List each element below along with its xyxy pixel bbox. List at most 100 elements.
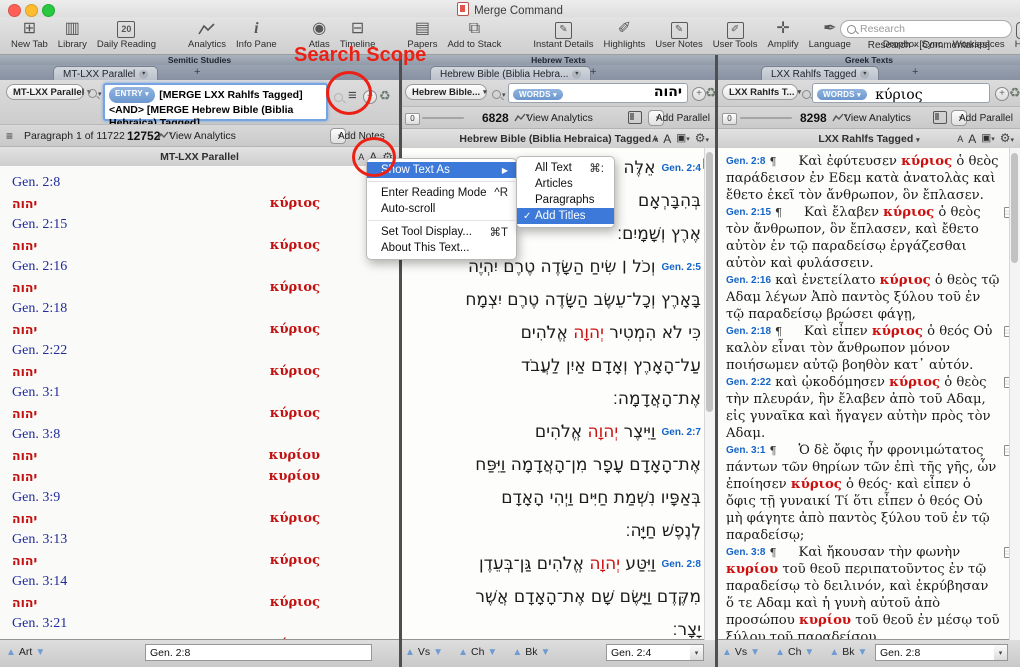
tab-lxx-rahlfs[interactable]: LXX Rahlfs Tagged▾ — [761, 66, 879, 81]
nav-down-vs-button[interactable]: ▼ — [750, 647, 760, 658]
parallel-hit-row[interactable]: יהוהκύριος — [0, 508, 399, 529]
nav-down-bk-button[interactable]: ▼ — [541, 647, 551, 658]
greek-verse[interactable]: Gen. 2:16 καὶ ἐνετείλατο κύριος ὁ θεὸς τ… — [726, 272, 1000, 323]
verse-ref[interactable]: Gen. 2:15 — [0, 214, 399, 235]
verse-ref[interactable]: Gen. 2:15 — [726, 207, 771, 218]
greek-verse[interactable]: Gen. 2:8¶Καὶ ἐφύτευσεν κύριος ὁ θεὸς παρ… — [726, 153, 1000, 204]
paragraph-list-icon[interactable]: ≡ — [6, 129, 13, 143]
context-slider-value[interactable]: 0 — [405, 113, 420, 125]
tab-dropdown-icon[interactable]: ▾ — [572, 70, 581, 79]
amplify-icon[interactable]: ♻ — [1009, 85, 1020, 101]
view-analytics-button[interactable]: View Analytics ▾ — [832, 112, 844, 124]
add-parallel-button[interactable]: Add Parallel▾ — [951, 110, 967, 126]
verse-ref[interactable]: Gen. 2:18 — [726, 326, 771, 337]
hebrew-line[interactable]: Gen. 2:8וַיִּטַּע יְהוָה אֱלֹהִים גַּן־ב… — [408, 548, 701, 581]
toolbar-add-to-stack-button[interactable]: ⧉Add to Stack — [442, 19, 506, 50]
hebrew-hit[interactable]: יהוה — [12, 508, 37, 529]
context-slider[interactable] — [740, 117, 792, 119]
hebrew-line[interactable]: Gen. 2:7וַיִּיצֶר יְהוָה אֱלֹהִים — [408, 416, 701, 449]
hebrew-line[interactable]: בָּאָרֶץ וְכָל־עֵשֶׂב הַשָּׂדֶה טֶרֶם יִ… — [408, 284, 701, 317]
toolbar-info-pane-button[interactable]: iInfo Pane — [231, 19, 282, 50]
greek-hit[interactable]: κύριος — [270, 277, 320, 298]
parallel-hit-row[interactable]: יהוה κύριος — [0, 361, 399, 382]
middle-query-text[interactable]: יהוה — [654, 84, 682, 100]
tab-dropdown-icon[interactable]: ▾ — [139, 70, 148, 79]
verse-ref[interactable]: Gen. 3:8 — [726, 547, 765, 558]
nav-up-vs-button[interactable]: ▲ — [722, 647, 732, 658]
pane-display-icon[interactable] — [933, 111, 947, 124]
words-mode-pill[interactable]: WORDS ▾ — [817, 89, 867, 100]
toolbar-highlights-button[interactable]: ✐Highlights — [599, 19, 651, 50]
greek-hit[interactable]: κύριος — [270, 550, 320, 571]
hebrew-hit[interactable]: יהוה — [12, 193, 37, 214]
greek-hit[interactable]: κύριος — [270, 319, 320, 340]
menu-item-enter-reading-mode[interactable]: Enter Reading Mode^R — [367, 185, 516, 201]
pane-view-icon[interactable]: ▣▾ — [676, 128, 689, 150]
tab-dropdown-icon[interactable]: ▾ — [860, 70, 869, 79]
right-query-text[interactable]: κύριος — [875, 87, 922, 103]
verse-ref[interactable]: Gen. 3:8 — [0, 424, 399, 445]
middle-goto-field[interactable] — [606, 644, 691, 661]
goto-dropdown-button[interactable]: ▾ — [690, 644, 704, 661]
nav-up-ch-button[interactable]: ▲ — [775, 647, 785, 658]
increase-font-button[interactable]: A — [968, 129, 976, 149]
parallel-hit-row[interactable]: יהוהκύριος — [0, 592, 399, 613]
amplify-icon[interactable]: ♻ — [379, 88, 391, 104]
nav-down-art-button[interactable]: ▼ — [35, 647, 45, 658]
hebrew-hit[interactable]: יהוה — [12, 550, 37, 571]
menu-item-about-this-text[interactable]: About This Text... — [367, 240, 516, 256]
middle-search-menu-button[interactable]: ▾ — [492, 90, 506, 99]
verse-ref[interactable]: Gen. 2:4 — [662, 152, 701, 185]
hebrew-line[interactable]: בְּאַפָּיו נִשְׁמַת חַיִּים וַיְהִי הָאָ… — [408, 482, 701, 515]
verse-ref[interactable]: Gen. 3:13 — [0, 529, 399, 550]
greek-hit[interactable]: κύριος — [270, 592, 320, 613]
hebrew-hit[interactable]: יהוה — [12, 277, 37, 298]
greek-verse[interactable]: Gen. 2:18¶Καὶ εἶπεν κύριος ὁ θεός Οὐ καλ… — [726, 323, 1000, 374]
toolbar-user-notes-button[interactable]: ✎User Notes — [650, 19, 708, 50]
context-slider-value[interactable]: 0 — [722, 113, 737, 125]
left-goto-field[interactable] — [145, 644, 372, 661]
parallel-hit-row[interactable]: יהוהκύριος — [0, 193, 399, 214]
verse-ref[interactable]: Gen. 2:8 — [726, 156, 765, 167]
nav-down-bk-button[interactable]: ▼ — [858, 647, 868, 658]
parallel-hit-row[interactable]: יהוה κύριος — [0, 319, 399, 340]
hebrew-line[interactable]: מִקֶּדֶם וַיָּשֶׂם שָׁם אֶת־הָאָדָם אֲשֶ… — [408, 581, 701, 614]
pane-display-icon[interactable] — [628, 111, 642, 124]
new-tab-plus-button[interactable]: + — [584, 65, 602, 80]
submenu-item-articles[interactable]: Articles — [517, 176, 614, 192]
hebrew-line[interactable]: עַל־הָאָרֶץ וְאָדָם אַיִן לַעֲבֹד — [408, 350, 701, 383]
verse-ref[interactable]: Gen. 3:21 — [0, 613, 399, 634]
entry-mode-pill[interactable]: ENTRY ▾ — [109, 87, 155, 103]
right-pane-title[interactable]: LXX Rahlfs Tagged — [818, 133, 913, 145]
words-mode-pill[interactable]: WORDS ▾ — [513, 89, 563, 100]
parallel-hit-row[interactable]: יהוהκύριος — [0, 403, 399, 424]
add-parallel-button[interactable]: Add Parallel▾ — [648, 110, 664, 126]
verse-ref[interactable]: Gen. 2:18 — [0, 298, 399, 319]
pane-view-icon[interactable]: ▣▾ — [981, 128, 994, 150]
right-scrollbar[interactable] — [1009, 148, 1020, 640]
middle-pane-title[interactable]: Hebrew Bible (Biblia Hebraica) Tagged — [459, 133, 651, 145]
nav-down-ch-button[interactable]: ▼ — [804, 647, 814, 658]
parallel-hit-row[interactable]: יהוה κύριος — [0, 277, 399, 298]
context-slider[interactable] — [422, 117, 464, 119]
hebrew-hit[interactable]: יהוה — [12, 319, 37, 340]
middle-scrollbar[interactable] — [704, 148, 715, 640]
hebrew-hit[interactable]: יהוה — [12, 361, 37, 382]
greek-hit[interactable]: κυρίου — [269, 466, 320, 487]
left-search-menu-button[interactable]: ▾ — [88, 89, 102, 98]
menu-item-auto-scroll[interactable]: Auto-scroll — [367, 201, 516, 217]
right-book-select[interactable]: LXX Rahlfs T...▾ — [722, 84, 798, 100]
add-search-row-button[interactable]: + — [995, 87, 1009, 101]
toolbar-instant-details-button[interactable]: ✎Instant Details — [528, 19, 598, 50]
hebrew-hit[interactable]: יהוה — [12, 403, 37, 424]
verse-ref[interactable]: Gen. 2:5 — [662, 251, 701, 284]
new-tab-plus-button[interactable]: + — [906, 65, 924, 80]
nav-up-ch-button[interactable]: ▲ — [458, 647, 468, 658]
parallel-hit-row[interactable]: יהוה κύριος — [0, 550, 399, 571]
right-search-entry[interactable]: WORDS ▾ κύριος — [812, 83, 990, 103]
research-search-input[interactable]: Research — [840, 20, 1012, 38]
greek-text-content[interactable]: Gen. 2:8¶Καὶ ἐφύτευσεν κύριος ὁ θεὸς παρ… — [718, 148, 1020, 640]
view-analytics-button[interactable]: View Analytics ▾ — [514, 112, 526, 124]
hebrew-hit[interactable]: יהוה — [12, 445, 37, 466]
greek-hit[interactable]: κύριος — [270, 361, 320, 382]
